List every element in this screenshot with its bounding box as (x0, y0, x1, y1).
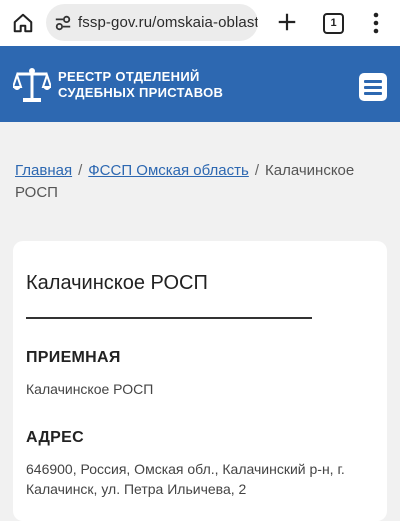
breadcrumb-separator: / (78, 162, 83, 179)
office-card: Калачинское РОСП ПРИЕМНАЯ Калачинское РО… (13, 241, 387, 521)
site-settings-icon[interactable] (54, 14, 72, 32)
tab-count: 1 (330, 17, 337, 29)
breadcrumb-home-link[interactable]: Главная (15, 162, 72, 179)
breadcrumb-region-link[interactable]: ФССП Омская область (88, 162, 249, 179)
site-title-line2: СУДЕБНЫХ ПРИСТАВОВ (58, 85, 224, 100)
site-title-line1: РЕЕСТР ОТДЕЛЕНИЙ (58, 69, 200, 84)
reception-value: Калачинское РОСП (26, 381, 154, 397)
breadcrumb: Главная / ФССП Омская область / Калачинское … (15, 160, 385, 204)
more-vert-icon[interactable] (372, 12, 380, 34)
plus-icon[interactable] (276, 11, 298, 33)
url-text[interactable]: fssp-gov.ru/omskaia-oblast/ka (78, 14, 258, 31)
tabs-icon[interactable]: 1 (323, 13, 344, 34)
address-bar[interactable]: fssp-gov.ru/omskaia-oblast/ka (46, 4, 258, 41)
breadcrumb-separator: / (254, 162, 259, 179)
office-title: Калачинское РОСП (26, 272, 208, 294)
reception-heading: ПРИЕМНАЯ (26, 349, 121, 366)
address-heading: АДРЕС (26, 429, 84, 446)
address-value: 646900, Россия, Омская обл., Калачинский… (26, 461, 345, 497)
browser-toolbar: fssp-gov.ru/omskaia-oblast/ka 1 (0, 0, 400, 46)
home-icon[interactable] (12, 12, 34, 34)
hamburger-menu-icon[interactable] (359, 73, 387, 101)
scales-logo-icon[interactable] (13, 67, 51, 103)
title-divider (26, 317, 312, 319)
site-header: РЕЕСТР ОТДЕЛЕНИЙ СУДЕБНЫХ ПРИСТАВОВ (0, 46, 400, 122)
site-title[interactable]: РЕЕСТР ОТДЕЛЕНИЙ СУДЕБНЫХ ПРИСТАВОВ (58, 69, 223, 101)
